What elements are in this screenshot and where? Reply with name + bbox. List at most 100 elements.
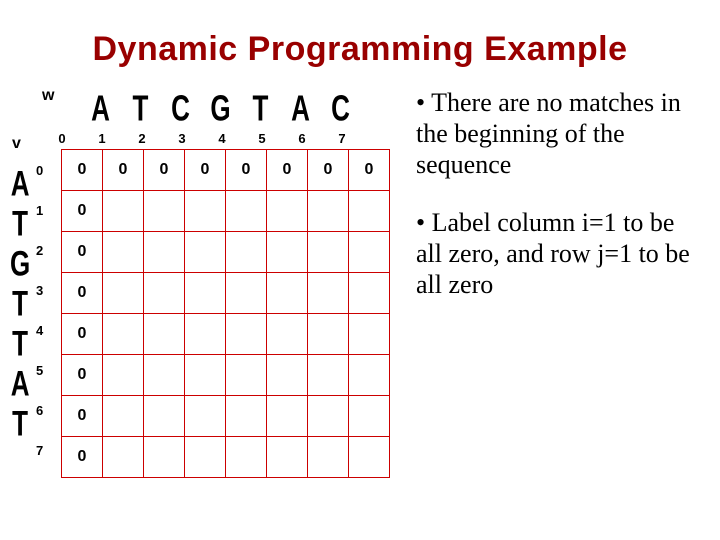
row-idx: 5	[36, 351, 43, 391]
row-idx: 7	[36, 431, 43, 471]
cell	[185, 396, 226, 437]
cell: 0	[62, 314, 103, 355]
cell	[226, 355, 267, 396]
col-idx: 7	[322, 131, 362, 146]
cell: 0	[103, 150, 144, 191]
cell	[267, 355, 308, 396]
v-label: v	[12, 135, 21, 153]
matrix-row: 0	[62, 273, 390, 314]
col-seq-char: C	[320, 87, 360, 130]
dp-grid: w v A T C G T A C 0 1 2 3 4 5 6 7	[6, 87, 406, 487]
cell	[349, 314, 390, 355]
matrix-row: 0	[62, 191, 390, 232]
col-seq-char: C	[160, 87, 200, 130]
cell: 0	[62, 232, 103, 273]
matrix-row: 0	[62, 355, 390, 396]
cell	[267, 437, 308, 478]
bullet-1: • There are no matches in the beginning …	[416, 87, 706, 181]
col-idx: 3	[162, 131, 202, 146]
cell	[185, 273, 226, 314]
cell: 0	[62, 150, 103, 191]
cell	[267, 396, 308, 437]
cell	[185, 314, 226, 355]
cell	[226, 437, 267, 478]
cell	[103, 314, 144, 355]
col-sequence: A T C G T A C	[80, 87, 360, 118]
cell	[267, 273, 308, 314]
cell	[308, 396, 349, 437]
row-idx: 1	[36, 191, 43, 231]
row-idx: 0	[36, 151, 43, 191]
cell	[267, 232, 308, 273]
w-label: w	[42, 87, 54, 105]
cell	[144, 355, 185, 396]
cell	[308, 191, 349, 232]
dp-matrix: 00000000 0 0 0 0 0 0	[61, 149, 390, 478]
cell: 0	[226, 150, 267, 191]
matrix-row: 00000000	[62, 150, 390, 191]
matrix-row: 0	[62, 232, 390, 273]
cell	[144, 273, 185, 314]
cell	[308, 355, 349, 396]
cell	[103, 191, 144, 232]
row-idx: 3	[36, 271, 43, 311]
cell	[349, 437, 390, 478]
matrix-row: 0	[62, 314, 390, 355]
matrix-row: 0	[62, 437, 390, 478]
col-idx: 6	[282, 131, 322, 146]
row-idx: 6	[36, 391, 43, 431]
cell	[144, 191, 185, 232]
cell	[308, 437, 349, 478]
row-seq-char: T	[10, 403, 30, 457]
slide-title: Dynamic Programming Example	[0, 0, 720, 69]
cell	[226, 273, 267, 314]
cell	[226, 396, 267, 437]
cell	[267, 191, 308, 232]
cell: 0	[62, 355, 103, 396]
row-idx: 2	[36, 231, 43, 271]
cell: 0	[144, 150, 185, 191]
cell	[349, 355, 390, 396]
cell	[144, 396, 185, 437]
col-idx: 1	[82, 131, 122, 146]
row-idx: 4	[36, 311, 43, 351]
cell: 0	[62, 273, 103, 314]
cell	[349, 273, 390, 314]
cell	[349, 396, 390, 437]
cell: 0	[62, 396, 103, 437]
cell	[103, 437, 144, 478]
cell: 0	[62, 437, 103, 478]
col-idx: 5	[242, 131, 282, 146]
cell	[226, 232, 267, 273]
cell	[103, 232, 144, 273]
cell: 0	[349, 150, 390, 191]
cell: 0	[267, 150, 308, 191]
cell	[185, 355, 226, 396]
col-idx: 0	[42, 131, 82, 146]
cell	[103, 396, 144, 437]
col-seq-char: A	[80, 87, 120, 130]
cell	[144, 232, 185, 273]
row-sequence: A T G T T A T	[10, 163, 30, 443]
slide: Dynamic Programming Example w v A T C G …	[0, 0, 720, 540]
cell	[144, 314, 185, 355]
col-indices: 0 1 2 3 4 5 6 7	[42, 131, 362, 146]
cell: 0	[62, 191, 103, 232]
content-row: w v A T C G T A C 0 1 2 3 4 5 6 7	[0, 87, 720, 487]
col-idx: 4	[202, 131, 242, 146]
cell	[349, 191, 390, 232]
bullet-2: • Label column i=1 to be all zero, and r…	[416, 207, 706, 301]
cell	[185, 232, 226, 273]
cell: 0	[185, 150, 226, 191]
col-seq-char: T	[120, 87, 160, 130]
cell	[226, 314, 267, 355]
cell	[267, 314, 308, 355]
cell	[103, 355, 144, 396]
row-indices: 0 1 2 3 4 5 6 7	[36, 151, 43, 471]
cell	[226, 191, 267, 232]
col-seq-char: T	[240, 87, 280, 130]
col-idx: 2	[122, 131, 162, 146]
cell: 0	[308, 150, 349, 191]
col-seq-char: A	[280, 87, 320, 130]
cell	[308, 232, 349, 273]
